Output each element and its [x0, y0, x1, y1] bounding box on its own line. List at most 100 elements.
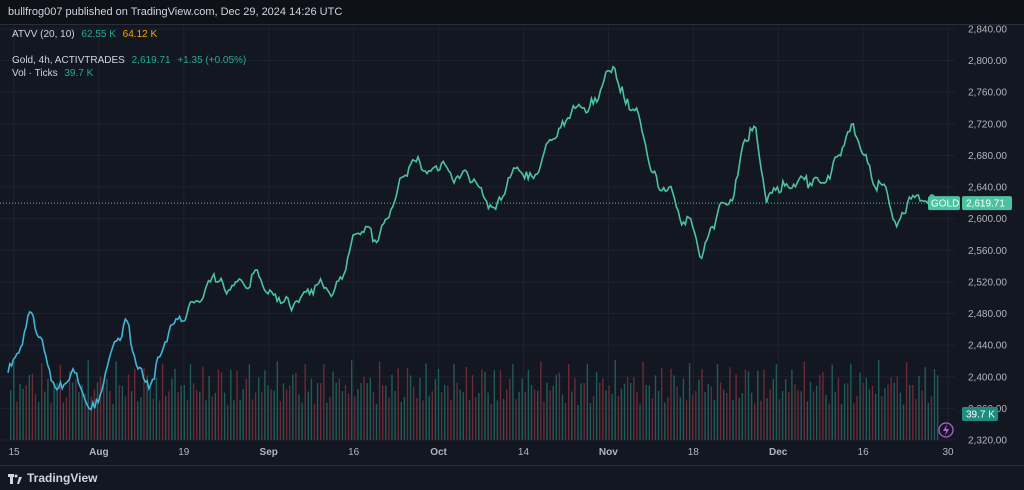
volume-bar	[183, 384, 185, 440]
volume-legend[interactable]: Vol · Ticks 39.7 K	[12, 68, 97, 79]
volume-bar	[267, 385, 269, 440]
data-point	[711, 225, 714, 228]
volume-bar	[397, 368, 399, 440]
atvv-name: ATVV (20, 10)	[12, 29, 75, 40]
symbol-legend[interactable]: Gold, 4h, ACTIVTRADES 2,619.71 +1.35 (+0…	[12, 55, 250, 66]
price-tag-label: 2,619.71	[966, 199, 1005, 210]
atvv-legend[interactable]: ATVV (20, 10) 62.55 K 64.12 K	[12, 29, 161, 40]
volume-bar	[592, 396, 595, 440]
volume-bar	[639, 404, 641, 440]
volume-bar	[856, 395, 858, 440]
data-point	[440, 162, 443, 165]
price-line	[184, 65, 941, 321]
volume-bar	[437, 368, 440, 440]
y-tick-label: 2,680.00	[968, 151, 1007, 162]
volume-bar	[648, 385, 650, 440]
volume-bar	[140, 397, 142, 440]
volume-bar	[68, 370, 71, 440]
data-point	[841, 146, 844, 149]
data-point	[93, 407, 96, 410]
axes: 2,320.002,360.002,400.002,440.002,480.00…	[8, 24, 1007, 458]
atvv-value-1: 62.55 K	[81, 29, 116, 40]
volume-bar	[716, 363, 719, 440]
volume-bar	[679, 397, 681, 440]
volume-value: 39.7 K	[64, 68, 94, 79]
volume-bar	[918, 375, 920, 440]
volume-bar	[462, 392, 464, 440]
data-point	[288, 304, 291, 307]
y-tick-label: 2,520.00	[968, 277, 1007, 288]
volume-bar	[174, 368, 176, 440]
volume-bar	[264, 370, 266, 440]
volume-bar	[865, 377, 867, 440]
volume-bar	[28, 374, 30, 440]
data-point	[407, 166, 410, 169]
volume-bar	[199, 391, 201, 440]
volume-bar	[285, 389, 288, 440]
volume-bar	[357, 389, 359, 440]
volume-bar	[385, 385, 387, 440]
volume-bar	[775, 364, 778, 440]
x-tick-label: 18	[688, 447, 700, 458]
volume-bar	[871, 385, 874, 440]
volume-bar	[794, 384, 796, 440]
data-point	[104, 371, 107, 374]
data-point	[299, 296, 302, 299]
volume-bar	[803, 361, 805, 440]
volume-bar	[338, 378, 340, 440]
volume-bar	[375, 404, 378, 440]
volume-bar	[475, 397, 477, 440]
volume-bar	[862, 382, 864, 440]
volume-bar	[791, 369, 793, 440]
volume-bar	[757, 370, 759, 440]
volume-bar	[490, 403, 492, 440]
volume-bar	[400, 401, 402, 440]
volume-bar	[189, 363, 192, 440]
y-tick-label: 2,440.00	[968, 341, 1007, 352]
volume-bar	[623, 383, 626, 440]
volume-bar	[899, 392, 902, 440]
volume-bar	[884, 388, 886, 440]
price-chart[interactable]: 2,320.002,360.002,400.002,440.002,480.00…	[0, 24, 1024, 465]
volume-bar	[354, 396, 356, 440]
volume-bar	[363, 376, 365, 440]
chart-area[interactable]: 2,320.002,360.002,400.002,440.002,480.00…	[0, 24, 1024, 465]
volume-bar	[320, 383, 322, 440]
data-point	[50, 379, 53, 382]
volume-bar	[289, 385, 291, 440]
x-tick-label: 15	[8, 447, 20, 458]
volume-bar	[831, 364, 833, 440]
volume-bar	[202, 366, 204, 440]
tradingview-brand[interactable]: TradingView	[8, 471, 97, 485]
volume-bar	[577, 404, 579, 440]
volume-bar	[217, 369, 220, 440]
volume-bar	[127, 374, 130, 440]
volume-bar	[921, 390, 923, 440]
data-point	[657, 186, 660, 189]
data-point	[787, 186, 790, 189]
volume-bar	[87, 360, 89, 440]
volume-bar	[834, 391, 836, 440]
volume-bar	[561, 394, 564, 440]
data-point	[418, 160, 421, 163]
volume-bar	[93, 389, 96, 440]
volume-bar	[661, 367, 663, 440]
volume-bar	[258, 377, 260, 440]
volume-bar	[772, 379, 774, 440]
volume-bar	[537, 390, 539, 440]
volume-bar	[134, 368, 136, 440]
volume-bar	[540, 361, 542, 440]
data-point	[473, 178, 476, 181]
volume-bar	[701, 369, 703, 440]
volume-bar	[574, 378, 576, 440]
volume-bar	[313, 404, 316, 440]
x-tick-label: 30	[942, 447, 954, 458]
volume-bar	[56, 383, 58, 440]
data-point	[158, 356, 161, 359]
volume-bar	[518, 391, 520, 440]
volume-bar	[453, 363, 455, 440]
volume-bar	[726, 393, 728, 440]
volume-bar	[568, 364, 570, 440]
y-tick-label: 2,840.00	[968, 25, 1007, 35]
volume-bar	[760, 400, 762, 440]
